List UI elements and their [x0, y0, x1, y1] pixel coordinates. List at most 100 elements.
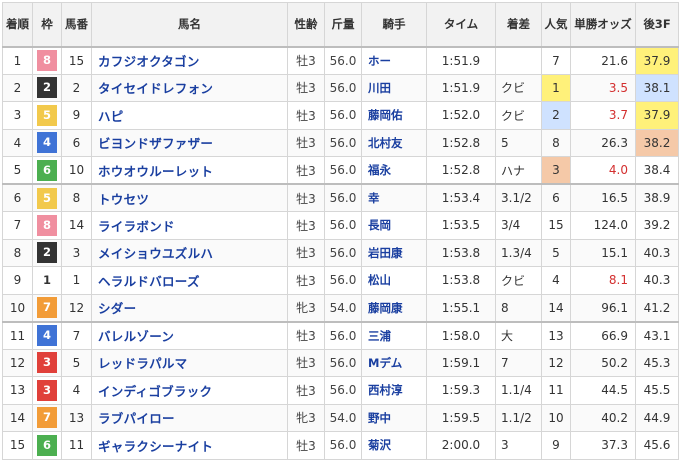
- last-3f: 38.4: [635, 156, 679, 185]
- table-row[interactable]: 12 3 5 レッドラパルマ 牡3 56.0 Mデム 1:59.1 7 12 50.2 45.3: [2, 348, 679, 377]
- win-odds: 15.1: [570, 238, 636, 267]
- table-row[interactable]: 4 4 6 ビヨンドザファザー 牡3 56.0 北村友 1:52.8 5 8 26.3 38.2: [2, 128, 679, 157]
- header-time[interactable]: タイム: [426, 2, 496, 47]
- waku-badge: 7: [37, 297, 57, 318]
- jockey-link[interactable]: ホー: [361, 45, 427, 75]
- finish-position: 12: [2, 348, 33, 377]
- jockey-link[interactable]: 岩田康: [361, 238, 427, 267]
- waku-badge: 4: [37, 325, 57, 346]
- header-waku[interactable]: 枠: [32, 2, 62, 47]
- jockey-link[interactable]: 松山: [361, 266, 427, 295]
- race-time: 2:00.0: [426, 431, 496, 460]
- table-row[interactable]: 9 1 1 ヘラルドバローズ 牡3 56.0 松山 1:53.8 クビ 4 8.1 40.3: [2, 266, 679, 295]
- jockey-link[interactable]: 長岡: [361, 211, 427, 240]
- horse-name-link[interactable]: インディゴブラック: [91, 376, 288, 405]
- jockey-link[interactable]: Mデム: [361, 348, 427, 377]
- waku-cell: 5: [32, 183, 62, 212]
- horse-name-link[interactable]: ホウオウルーレット: [91, 156, 288, 185]
- header-horse[interactable]: 馬名: [91, 2, 288, 47]
- horse-name-link[interactable]: バレルゾーン: [91, 320, 288, 350]
- table-row[interactable]: 1 8 15 カフジオクタゴン 牡3 56.0 ホー 1:51.9 7 21.6 37.9: [2, 45, 679, 75]
- finish-position: 6: [2, 183, 33, 212]
- table-row[interactable]: 3 5 9 ハピ 牡3 56.0 藤岡佑 1:52.0 クビ 2 3.7 37.9: [2, 101, 679, 130]
- last-3f: 38.2: [635, 128, 679, 157]
- popularity: 4: [541, 266, 571, 295]
- jockey-link[interactable]: 北村友: [361, 128, 427, 157]
- waku-badge: 6: [37, 159, 57, 181]
- jockey-link[interactable]: 藤岡康: [361, 293, 427, 322]
- jockey-link[interactable]: 西村淳: [361, 376, 427, 405]
- header-last3f[interactable]: 後3F: [635, 2, 679, 47]
- horse-name-link[interactable]: タイセイドレフォン: [91, 73, 288, 102]
- popularity: 1: [541, 73, 571, 102]
- last-3f: 41.2: [635, 293, 679, 322]
- carried-weight: 56.0: [324, 266, 362, 295]
- horse-name-link[interactable]: ライラボンド: [91, 211, 288, 240]
- waku-cell: 2: [32, 73, 62, 102]
- table-row[interactable]: 10 7 12 シダー 牝3 54.0 藤岡康 1:55.1 8 14 96.1 41.2: [2, 293, 679, 322]
- popularity: 12: [541, 348, 571, 377]
- popularity: 2: [541, 101, 571, 130]
- horse-number: 11: [61, 431, 92, 460]
- header-sexage[interactable]: 性齢: [287, 2, 325, 47]
- header-pop[interactable]: 人気: [541, 2, 571, 47]
- table-row[interactable]: 2 2 2 タイセイドレフォン 牡3 56.0 川田 1:51.9 クビ 1 3.5 38.1: [2, 73, 679, 102]
- table-row[interactable]: 11 4 7 バレルゾーン 牡3 56.0 三浦 1:58.0 大 13 66.9 43.1: [2, 320, 679, 350]
- table-row[interactable]: 5 6 10 ホウオウルーレット 牡3 56.0 福永 1:52.8 ハナ 3 4.0 38.4: [2, 156, 679, 185]
- jockey-link[interactable]: 川田: [361, 73, 427, 102]
- finish-position: 9: [2, 266, 33, 295]
- header-pos[interactable]: 着順: [2, 2, 33, 47]
- jockey-link[interactable]: 藤岡佑: [361, 101, 427, 130]
- horse-number: 10: [61, 156, 92, 185]
- waku-cell: 3: [32, 376, 62, 405]
- header-weight[interactable]: 斤量: [324, 2, 362, 47]
- horse-name-link[interactable]: ビヨンドザファザー: [91, 128, 288, 157]
- margin: 8: [495, 293, 542, 322]
- margin: 5: [495, 128, 542, 157]
- sex-age: 牡3: [287, 128, 325, 157]
- header-jockey[interactable]: 騎手: [361, 2, 427, 47]
- finish-position: 10: [2, 293, 33, 322]
- result-body: 1 8 15 カフジオクタゴン 牡3 56.0 ホー 1:51.9 7 21.6 37.9 2 2 2 タイ…: [2, 45, 679, 460]
- jockey-link[interactable]: 菊沢: [361, 431, 427, 460]
- horse-number: 2: [61, 73, 92, 102]
- finish-position: 7: [2, 211, 33, 240]
- horse-name-link[interactable]: シダー: [91, 293, 288, 322]
- horse-name-link[interactable]: レッドラパルマ: [91, 348, 288, 377]
- table-row[interactable]: 8 2 3 メイショウユズルハ 牡3 56.0 岩田康 1:53.8 1.3/4 5 15.1 40.…: [2, 238, 679, 267]
- jockey-link[interactable]: 三浦: [361, 320, 427, 350]
- last-3f: 37.9: [635, 45, 679, 75]
- horse-number: 14: [61, 211, 92, 240]
- jockey-link[interactable]: 福永: [361, 156, 427, 185]
- header-margin[interactable]: 着差: [495, 2, 542, 47]
- waku-cell: 1: [32, 266, 62, 295]
- carried-weight: 54.0: [324, 403, 362, 432]
- table-row[interactable]: 15 6 11 ギャラクシーナイト 牡3 56.0 菊沢 2:00.0 3 9 37.3 45.6: [2, 431, 679, 460]
- sex-age: 牡3: [287, 266, 325, 295]
- horse-name-link[interactable]: ヘラルドバローズ: [91, 266, 288, 295]
- horse-name-link[interactable]: カフジオクタゴン: [91, 45, 288, 75]
- table-row[interactable]: 14 7 13 ラブパイロー 牝3 54.0 野中 1:59.5 1.1/2 10 40.2 44.9: [2, 403, 679, 432]
- sex-age: 牝3: [287, 403, 325, 432]
- horse-name-link[interactable]: メイショウユズルハ: [91, 238, 288, 267]
- horse-number: 15: [61, 45, 92, 75]
- margin: クビ: [495, 73, 542, 102]
- popularity: 7: [541, 45, 571, 75]
- horse-name-link[interactable]: ギャラクシーナイト: [91, 431, 288, 460]
- horse-name-link[interactable]: ハピ: [91, 101, 288, 130]
- horse-name-link[interactable]: ラブパイロー: [91, 403, 288, 432]
- race-time: 1:59.3: [426, 376, 496, 405]
- popularity: 14: [541, 293, 571, 322]
- table-row[interactable]: 7 8 14 ライラボンド 牡3 56.0 長岡 1:53.5 3/4 15 124.0 39.2: [2, 211, 679, 240]
- horse-name-link[interactable]: トウセツ: [91, 183, 288, 212]
- header-odds[interactable]: 単勝オッズ: [570, 2, 636, 47]
- last-3f: 45.5: [635, 376, 679, 405]
- waku-badge: 5: [37, 187, 57, 209]
- table-row[interactable]: 13 3 4 インディゴブラック 牡3 56.0 西村淳 1:59.3 1.1/4 11 44.5 4…: [2, 376, 679, 405]
- table-row[interactable]: 6 5 8 トウセツ 牡3 56.0 幸 1:53.4 3.1/2 6 16.5 38.9: [2, 183, 679, 212]
- finish-position: 1: [2, 45, 33, 75]
- sex-age: 牡3: [287, 431, 325, 460]
- jockey-link[interactable]: 野中: [361, 403, 427, 432]
- jockey-link[interactable]: 幸: [361, 183, 427, 212]
- header-umaban[interactable]: 馬番: [61, 2, 92, 47]
